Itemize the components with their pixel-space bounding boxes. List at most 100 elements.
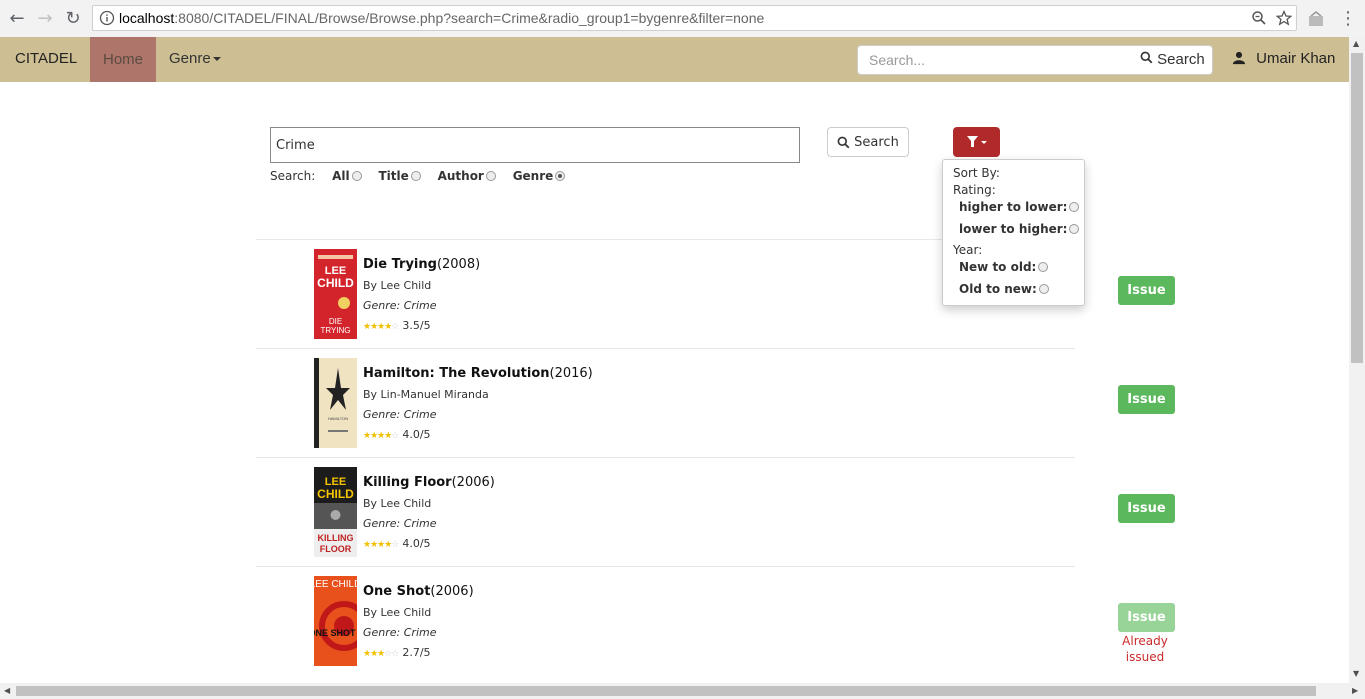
vertical-scrollbar[interactable]: ▲ ▼ [1349,37,1365,683]
radio-all-label: All [332,169,350,183]
nav-search-box[interactable]: Search... Search [857,45,1213,75]
book-genre: Genre: Crime [363,299,437,312]
nav-search-button-label: Search [1157,51,1205,68]
search-icon [837,136,850,148]
filter-icon [966,136,987,147]
radio-all[interactable] [351,171,362,181]
sort-by-label: Sort By: [953,166,1000,180]
user-menu[interactable]: Umair Khan [1232,50,1335,67]
book-author: By Lee Child [363,279,432,292]
address-bar[interactable]: localhost:8080/CITADEL/FINAL/Browse/Brow… [92,5,1297,31]
year-new-old-option[interactable]: New to old: [959,260,1049,274]
forward-icon[interactable]: → [34,7,56,29]
book-cover[interactable]: LEE CHILD DIE TRYING [314,249,357,339]
menu-icon[interactable]: ⋮ [1337,7,1359,29]
filter-dropdown-menu: Sort By: Rating: higher to lower: lower … [942,159,1085,306]
book-cover[interactable]: LEE CHILD KILLING FLOOR [314,467,357,557]
svg-text:DIE: DIE [329,317,342,326]
radio-genre-label: Genre [512,169,554,183]
star-rating-icon: ★★★★☆ [363,431,399,441]
star-rating-icon: ★★★★☆ [363,322,399,332]
scroll-right-icon[interactable]: ▶ [1352,686,1358,695]
issue-button[interactable]: Issue [1118,494,1175,523]
reload-icon[interactable]: ↻ [62,7,84,29]
book-title[interactable]: Killing Floor(2006) [363,475,495,490]
zoom-icon[interactable] [1251,10,1267,26]
year-old-new-radio[interactable] [1038,284,1049,294]
star-rating-icon: ★★★☆☆ [363,649,399,659]
year-old-new-option[interactable]: Old to new: [959,282,1049,296]
book-author: By Lin-Manuel Miranda [363,388,489,401]
issue-button[interactable]: Issue [1118,276,1175,305]
main-search-button-label: Search [854,134,899,150]
nav-search-input[interactable]: Search... [869,52,925,68]
svg-text:HAMILTON: HAMILTON [328,416,348,421]
nav-search-button[interactable]: Search [1140,51,1205,68]
browser-toolbar: ← → ↻ localhost:8080/CITADEL/FINAL/Brows… [0,0,1365,38]
book-rating: ★★★☆☆ 2.7/5 [363,646,431,659]
user-icon [1232,51,1246,65]
book-row: LEE CHILD ONE SHOT One Shot(2006) By Lee… [256,566,1075,676]
book-rating: ★★★★☆ 4.0/5 [363,428,431,441]
filter-dropdown-button[interactable] [953,127,1000,157]
radio-author[interactable] [485,171,496,181]
search-type-radio-group: Search: All Title Author Genre [270,169,566,183]
search-type-label: Search: [270,169,316,183]
rating-low-high-radio[interactable] [1069,224,1080,234]
url-text: localhost:8080/CITADEL/FINAL/Browse/Brow… [119,10,765,26]
book-cover[interactable]: LEE CHILD ONE SHOT [314,576,357,666]
rating-low-high-option[interactable]: lower to higher: [959,222,1080,236]
book-genre: Genre: Crime [363,626,437,639]
svg-text:LEE CHILD: LEE CHILD [314,579,357,590]
extension-icon[interactable] [1306,9,1326,29]
radio-genre[interactable] [555,171,566,181]
book-genre: Genre: Crime [363,408,437,421]
radio-title[interactable] [410,171,421,181]
book-title[interactable]: One Shot(2006) [363,584,474,599]
svg-text:CHILD: CHILD [317,487,354,501]
horizontal-scroll-thumb[interactable] [16,686,1316,696]
info-icon[interactable] [99,10,115,26]
book-title[interactable]: Hamilton: The Revolution(2016) [363,366,593,381]
svg-text:FLOOR: FLOOR [320,544,352,554]
book-rating: ★★★★☆ 3.5/5 [363,319,431,332]
issue-button[interactable]: Issue [1118,385,1175,414]
issue-button-disabled: Issue [1118,603,1175,632]
book-rating: ★★★★☆ 4.0/5 [363,537,431,550]
back-icon[interactable]: ← [6,7,28,29]
book-row: HAMILTON Hamilton: The Revolution(2016) … [256,348,1075,458]
scroll-left-icon[interactable]: ◀ [4,686,10,695]
main-search-input[interactable]: Crime [270,127,800,163]
nav-genre-dropdown[interactable]: Genre [169,50,221,67]
year-section-label: Year: [953,243,983,257]
svg-text:ONE SHOT: ONE SHOT [314,628,356,638]
book-cover[interactable]: HAMILTON [314,358,357,448]
bookmark-star-icon[interactable] [1276,10,1292,26]
book-row: LEE CHILD KILLING FLOOR Killing Floor(20… [256,457,1075,567]
horizontal-scrollbar[interactable]: ◀ ▶ [0,683,1365,699]
svg-text:KILLING: KILLING [318,533,354,543]
radio-title-label: Title [378,169,409,183]
book-genre: Genre: Crime [363,517,437,530]
vertical-scroll-thumb[interactable] [1351,53,1363,363]
rating-section-label: Rating: [953,183,996,197]
rating-high-low-option[interactable]: higher to lower: [959,200,1080,214]
radio-author-label: Author [437,169,484,183]
user-name: Umair Khan [1256,50,1336,67]
main-search-button[interactable]: Search [827,127,909,157]
svg-text:CHILD: CHILD [317,276,354,290]
scroll-up-icon[interactable]: ▲ [1353,39,1359,48]
nav-home[interactable]: Home [90,37,156,82]
book-author: By Lee Child [363,606,432,619]
scroll-down-icon[interactable]: ▼ [1353,669,1359,678]
app-navbar: CITADEL Home Genre Search... Search Umai… [0,37,1349,82]
year-new-old-radio[interactable] [1038,262,1049,272]
brand-link[interactable]: CITADEL [15,50,77,67]
book-author: By Lee Child [363,497,432,510]
book-title[interactable]: Die Trying(2008) [363,257,480,272]
nav-genre-label: Genre [169,50,211,67]
caret-down-icon [212,57,221,62]
star-rating-icon: ★★★★☆ [363,540,399,550]
already-issued-note: Already issued [1122,634,1168,664]
rating-high-low-radio[interactable] [1069,202,1080,212]
